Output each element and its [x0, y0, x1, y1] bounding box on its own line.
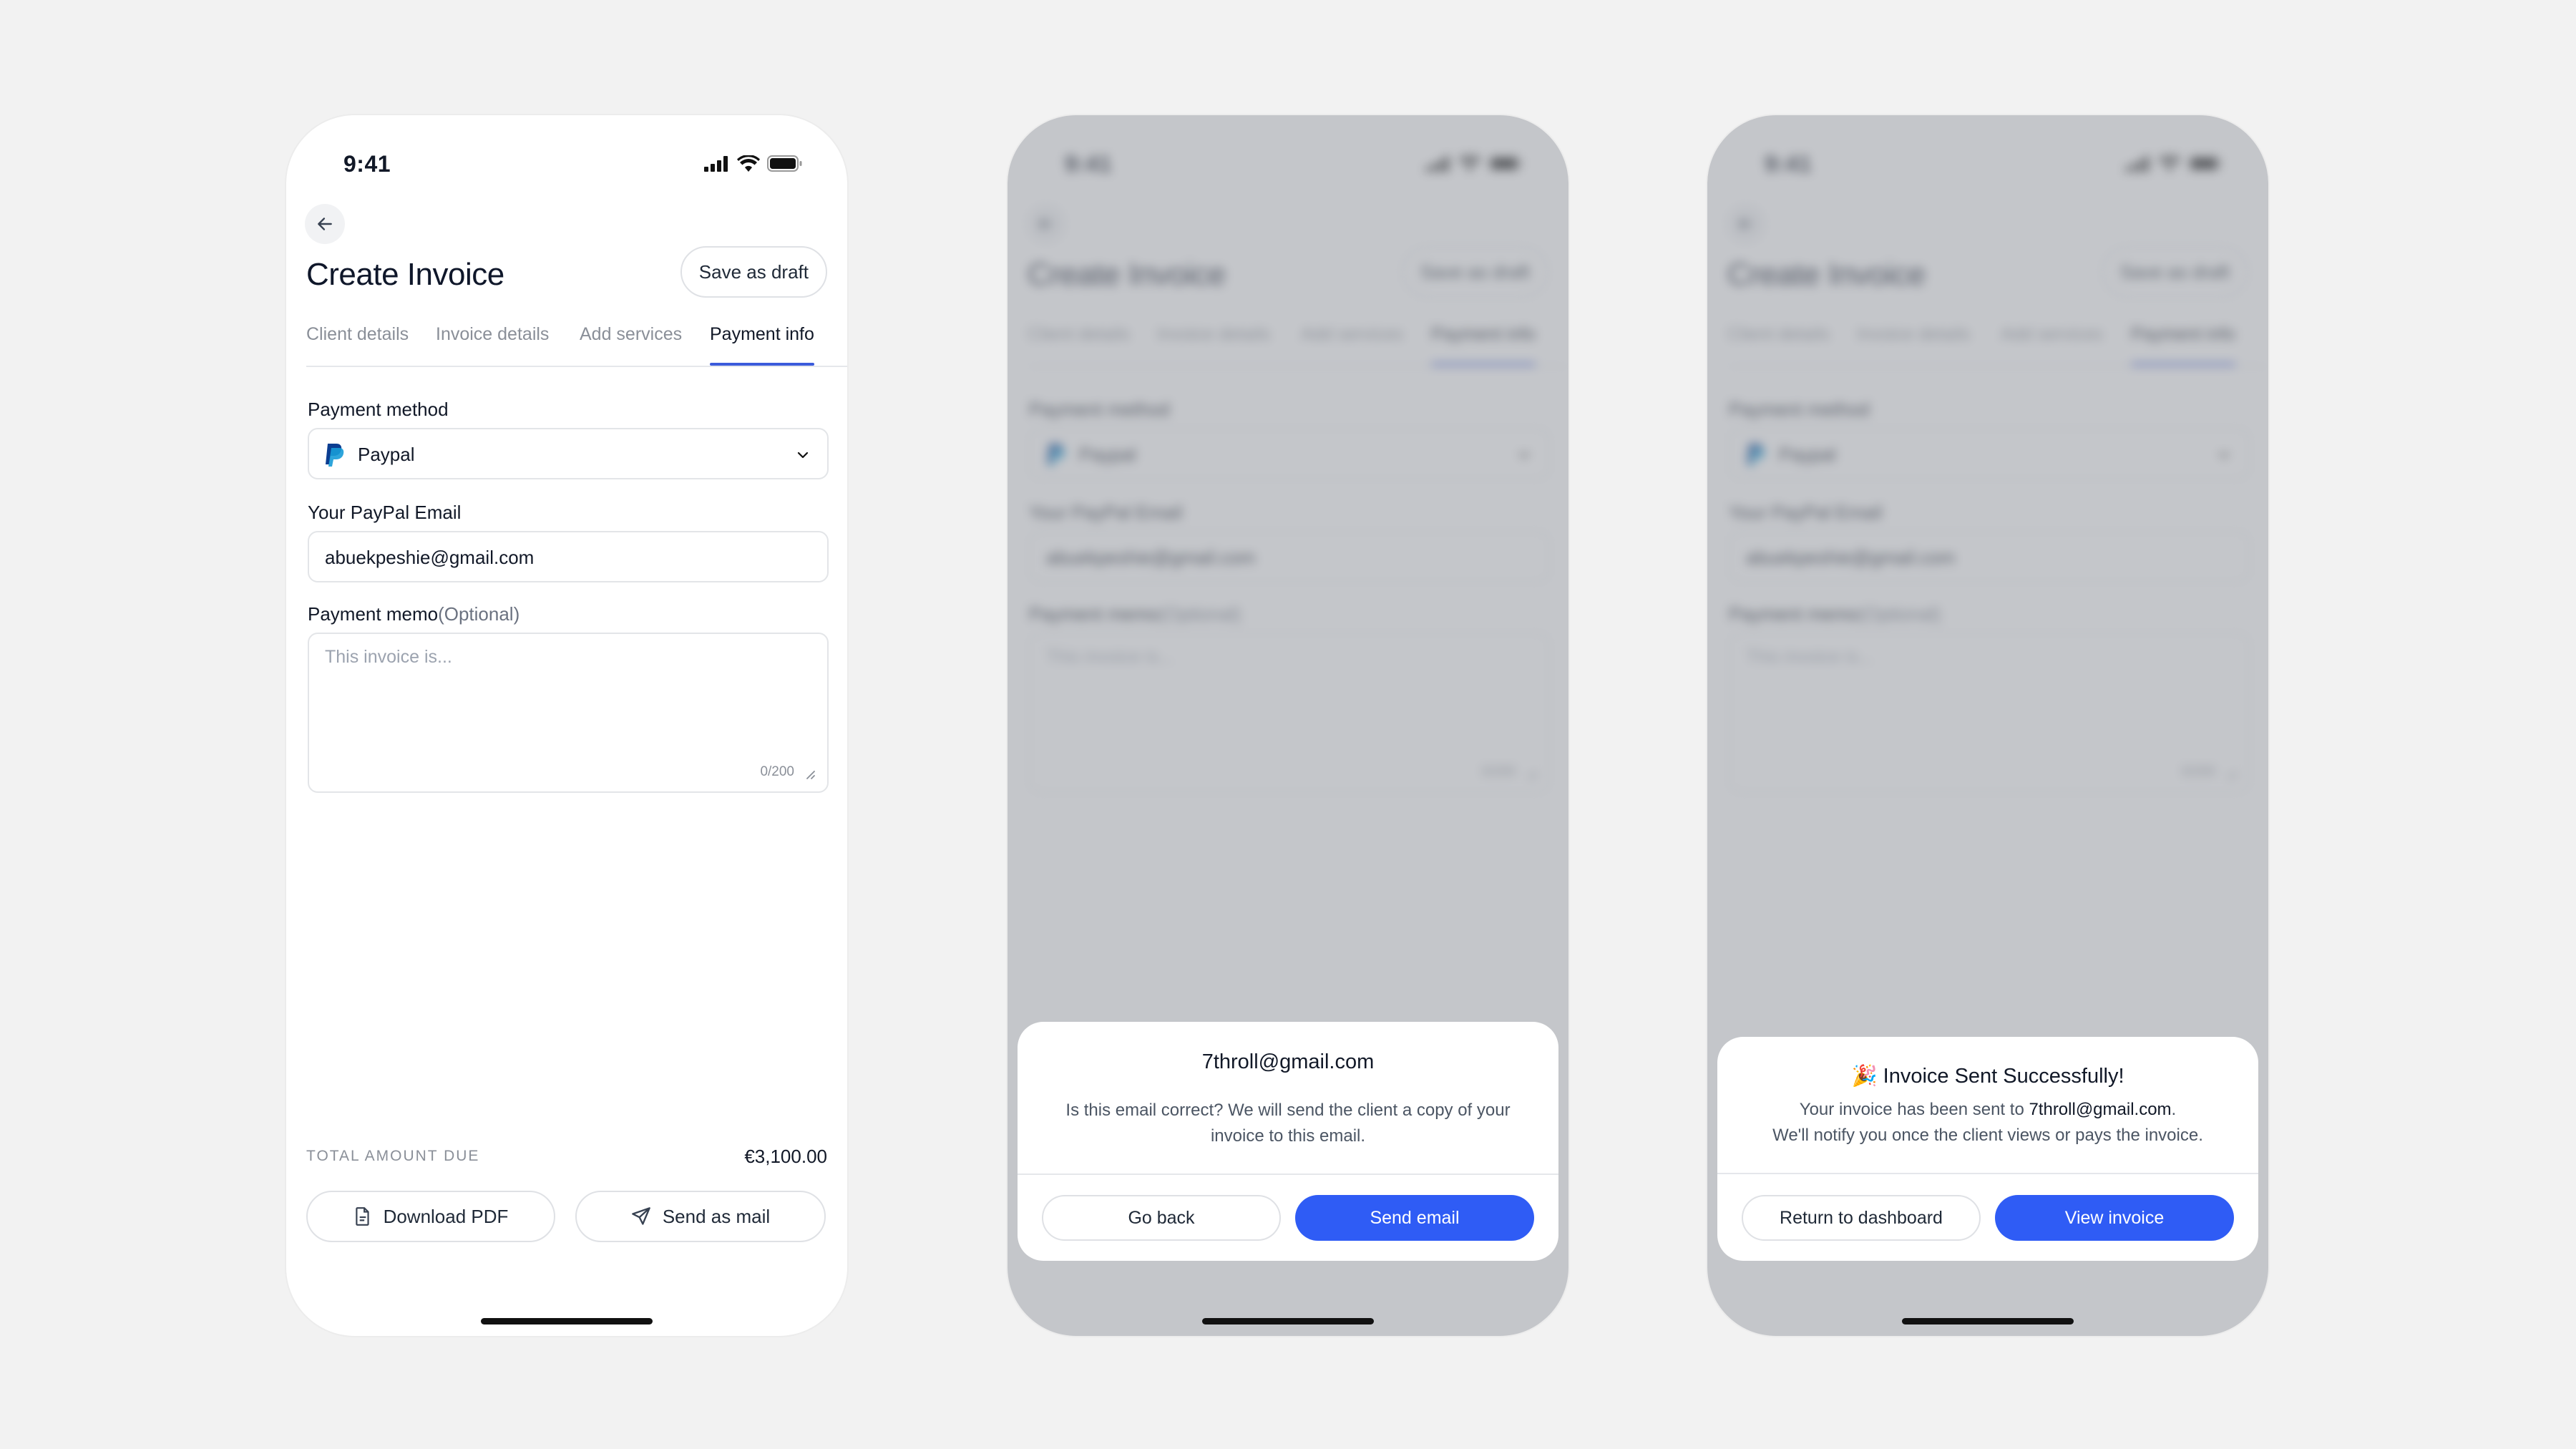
confirm-email-message: Is this email correct? We will send the … — [1032, 1098, 1544, 1149]
status-bar: 9:41 — [286, 140, 847, 197]
go-back-button[interactable]: Go back — [1042, 1195, 1281, 1241]
success-title-text: Invoice Sent Successfully! — [1883, 1065, 2124, 1088]
page-title: Create Invoice — [306, 257, 504, 292]
success-message-line-1: Your invoice has been sent to 7throll@gm… — [1732, 1097, 2244, 1123]
back-button[interactable] — [305, 204, 345, 244]
payment-method-value: Paypal — [358, 444, 415, 465]
create-invoice-screen: 9:41 Create Invoice Save as draft Client… — [286, 115, 847, 1336]
payment-method-label: Payment method — [308, 399, 449, 420]
party-popper-icon: 🎉 — [1851, 1065, 1878, 1088]
paypal-email-value: abuekpeshie@gmail.com — [325, 547, 535, 568]
download-pdf-button[interactable]: Download PDF — [306, 1191, 555, 1242]
arrow-left-icon — [318, 218, 332, 230]
invoice-tabs: Client details Invoice details Add servi… — [306, 324, 847, 367]
download-pdf-label: Download PDF — [383, 1205, 509, 1227]
tab-add-services[interactable]: Add services — [580, 324, 682, 345]
chevron-down-icon — [797, 452, 809, 459]
payment-memo-label-text: Payment memo — [308, 603, 439, 625]
confirm-email-address: 7throll@gmail.com — [1201, 1050, 1375, 1073]
success-message-line-2: We'll notify you once the client views o… — [1772, 1126, 2203, 1145]
document-icon — [355, 1207, 369, 1226]
home-indicator — [1202, 1318, 1374, 1324]
return-to-dashboard-button[interactable]: Return to dashboard — [1742, 1195, 1981, 1241]
success-email: 7throll@gmail.com — [2029, 1100, 2172, 1119]
optional-tag: (Optional) — [438, 603, 520, 625]
wifi-icon — [737, 155, 760, 172]
tab-client-details[interactable]: Client details — [306, 324, 409, 345]
total-amount-value: €3,100.00 — [744, 1146, 827, 1167]
payment-memo-label: Payment memo(Optional) — [308, 603, 519, 625]
success-sheet: 🎉 Invoice Sent Successfully! Your invoic… — [1717, 1037, 2258, 1261]
signal-icon — [704, 155, 728, 172]
home-indicator — [1902, 1318, 2074, 1324]
success-message: Your invoice has been sent to 7throll@gm… — [1732, 1097, 2244, 1148]
tab-payment-info[interactable]: Payment info — [710, 324, 814, 366]
tab-invoice-details[interactable]: Invoice details — [436, 324, 549, 345]
view-invoice-button[interactable]: View invoice — [1995, 1195, 2234, 1241]
confirm-message-line-1: Is this email correct? We will send the … — [1065, 1101, 1511, 1120]
phone-confirm-email: 9:41 Create Invoice Save as draft Client… — [1008, 115, 1568, 1336]
send-icon — [632, 1207, 650, 1225]
home-indicator — [481, 1318, 653, 1324]
memo-placeholder: This invoice is... — [325, 647, 452, 667]
confirm-email-sheet: 7throll@gmail.com Is this email correct?… — [1018, 1022, 1558, 1261]
payment-method-select[interactable]: Paypal — [308, 428, 829, 479]
phone-invoice-sent: 9:41 Create Invoice Save as draft Client… — [1707, 115, 2268, 1336]
send-email-button[interactable]: Send email — [1295, 1195, 1534, 1241]
confirm-message-line-2: invoice to this email. — [1210, 1126, 1366, 1146]
success-suffix: . — [2171, 1100, 2177, 1119]
send-as-mail-label: Send as mail — [662, 1205, 771, 1227]
phone-create-invoice: 9:41 Create Invoice Save as draft Client… — [286, 115, 847, 1336]
success-prefix: Your invoice has been sent to — [1799, 1100, 2029, 1119]
paypal-icon — [326, 444, 344, 467]
paypal-email-label: Your PayPal Email — [308, 502, 462, 523]
sheet-divider — [1018, 1174, 1558, 1175]
battery-icon — [767, 155, 802, 172]
sheet-divider — [1717, 1173, 2258, 1174]
status-icons — [704, 155, 803, 172]
memo-character-counter: 0/200 — [760, 764, 794, 779]
status-time: 9:41 — [343, 151, 391, 177]
payment-memo-textarea[interactable]: This invoice is... 0/200 — [308, 633, 829, 793]
resize-handle-icon[interactable] — [803, 767, 816, 780]
save-as-draft-button[interactable]: Save as draft — [680, 246, 827, 298]
paypal-email-field[interactable]: abuekpeshie@gmail.com — [308, 531, 829, 582]
success-title: 🎉 Invoice Sent Successfully! — [1717, 1064, 2258, 1088]
send-as-mail-button[interactable]: Send as mail — [575, 1191, 826, 1242]
total-amount-label: TOTAL AMOUNT DUE — [306, 1148, 480, 1164]
